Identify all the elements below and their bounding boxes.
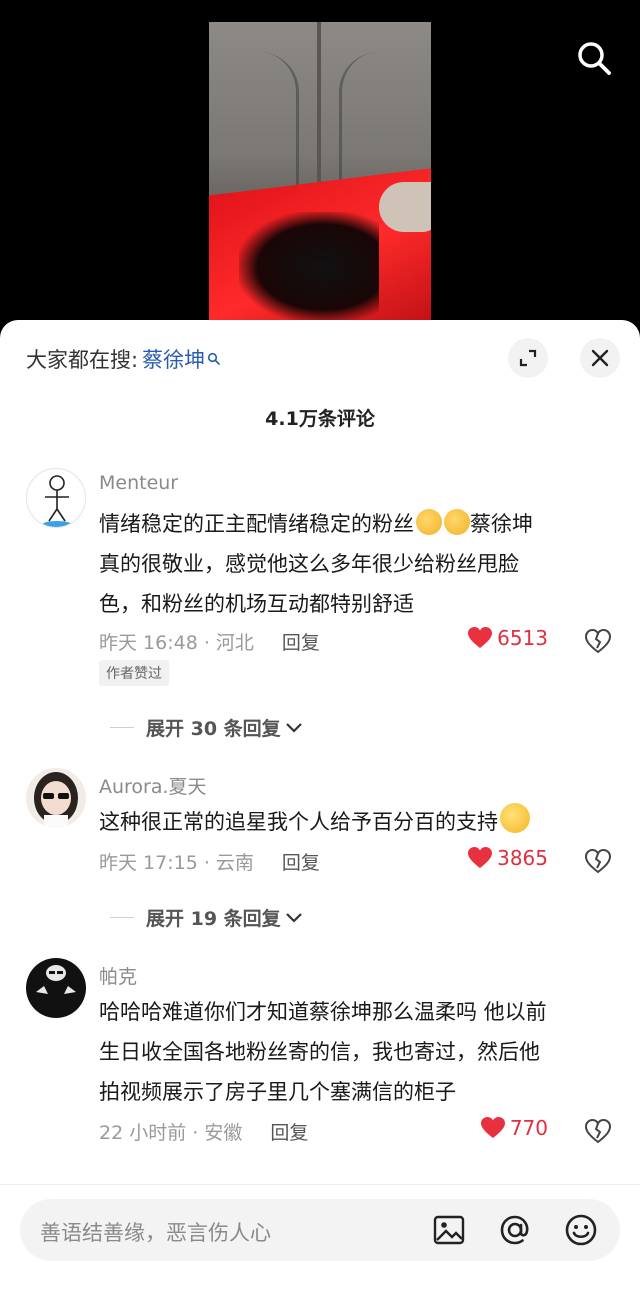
album-silhouette	[239, 212, 379, 322]
comment-line: 情绪稳定的正主配情绪稳定的粉丝	[99, 512, 414, 536]
hoodie-fold	[339, 52, 409, 192]
username[interactable]: 帕克	[99, 962, 137, 989]
hand	[379, 182, 431, 232]
divider-line	[110, 727, 134, 728]
chevron-down-icon	[285, 912, 302, 923]
comment-meta: 昨天 16:48 · 河北 回复	[99, 628, 320, 655]
comment-text: 情绪稳定的正主配情绪稳定的粉丝 蔡徐坤 真的很敬业，感觉他这么多年很少给粉丝甩脸 …	[99, 504, 619, 624]
broken-heart-icon[interactable]	[584, 1117, 612, 1145]
avatar[interactable]	[26, 958, 86, 1018]
time-location: 昨天 16:48 · 河北	[99, 632, 254, 654]
reply-button[interactable]: 回复	[282, 628, 320, 655]
trending-search[interactable]: 大家都在搜: 蔡徐坤	[26, 344, 221, 374]
expand-replies-button[interactable]: 展开 19 条回复	[110, 904, 303, 931]
heart-icon	[468, 627, 493, 648]
comment-line: 色，和粉丝的机场互动都特别舒适	[99, 592, 414, 616]
comment-line: 这种很正常的追星我个人给予百分百的支持	[99, 810, 498, 834]
heart-icon	[468, 847, 493, 868]
comment-line-suffix: 蔡徐坤	[470, 512, 533, 536]
time-location: 昨天 17:15 · 云南	[99, 852, 254, 874]
expand-replies-label: 展开 19 条回复	[146, 908, 281, 930]
reply-button[interactable]: 回复	[270, 1118, 308, 1145]
broken-heart-icon[interactable]	[584, 847, 612, 875]
like-count: 6513	[497, 626, 548, 650]
expand-replies-button[interactable]: 展开 30 条回复	[110, 714, 303, 741]
broken-heart-icon[interactable]	[584, 627, 612, 655]
reply-button[interactable]: 回复	[282, 848, 320, 875]
trending-label: 大家都在搜:	[26, 348, 139, 372]
at-icon[interactable]	[498, 1213, 532, 1247]
image-icon[interactable]	[432, 1213, 466, 1247]
username[interactable]: Menteur	[99, 472, 178, 494]
video-frame	[209, 22, 431, 322]
comment-line: 生日收全国各地粉丝寄的信，我也寄过，然后他	[99, 1040, 540, 1064]
input-placeholder: 善语结善缘，恶言伤人心	[40, 1221, 271, 1245]
comment-meta: 22 小时前 · 安徽 回复	[99, 1118, 308, 1145]
avatar[interactable]	[26, 768, 86, 828]
username[interactable]: Aurora.夏天	[99, 772, 207, 799]
video-player[interactable]	[0, 0, 640, 340]
author-liked-badge: 作者赞过	[99, 660, 169, 686]
like-button[interactable]: 3865	[467, 846, 548, 870]
search-icon[interactable]	[574, 38, 614, 78]
close-icon	[591, 349, 609, 367]
laughing-tears-emoji-icon	[500, 803, 530, 833]
comment-text: 哈哈哈难道你们才知道蔡徐坤那么温柔吗 他以前 生日收全国各地粉丝寄的信，我也寄过…	[99, 992, 619, 1112]
comment-input[interactable]: 善语结善缘，恶言伤人心	[20, 1199, 620, 1261]
comment-line: 哈哈哈难道你们才知道蔡徐坤那么温柔吗 他以前	[99, 1000, 547, 1024]
like-count: 3865	[497, 846, 548, 870]
emoji-icon[interactable]	[564, 1213, 598, 1247]
search-icon	[207, 352, 220, 365]
hoodie-zipper	[317, 22, 321, 192]
comment-meta: 昨天 17:15 · 云南 回复	[99, 848, 320, 875]
strong-emoji-icon	[444, 509, 470, 535]
divider-line	[110, 917, 134, 918]
chevron-down-icon	[285, 722, 302, 733]
comment-line: 拍视频展示了房子里几个塞满信的柜子	[99, 1080, 456, 1104]
time-location: 22 小时前 · 安徽	[99, 1122, 243, 1144]
expand-replies-label: 展开 30 条回复	[146, 718, 281, 740]
expand-button[interactable]	[508, 338, 548, 378]
avatar[interactable]	[26, 468, 86, 528]
comment-sheet: 大家都在搜: 蔡徐坤 4.1万条评论 Menteur 情绪稳定的正主配情绪稳定的…	[0, 320, 640, 1298]
close-button[interactable]	[580, 338, 620, 378]
comment-line: 真的很敬业，感觉他这么多年很少给粉丝甩脸	[99, 552, 519, 576]
comment-text: 这种很正常的追星我个人给予百分百的支持	[99, 802, 619, 842]
expand-icon	[519, 349, 537, 367]
comment-count: 4.1万条评论	[265, 408, 375, 430]
like-count: 770	[509, 1116, 548, 1140]
avatar-girl-sunglasses-icon	[34, 772, 78, 828]
trending-term-link[interactable]: 蔡徐坤	[142, 344, 205, 374]
heart-icon	[480, 1117, 505, 1138]
hoodie-fold	[229, 52, 299, 192]
avatar-stick-figure-icon	[43, 475, 71, 527]
strong-emoji-icon	[416, 509, 442, 535]
comment-input-bar: 善语结善缘，恶言伤人心	[0, 1184, 640, 1298]
avatar-character-icon	[36, 965, 76, 994]
like-button[interactable]: 770	[480, 1116, 548, 1140]
like-button[interactable]: 6513	[467, 626, 548, 650]
